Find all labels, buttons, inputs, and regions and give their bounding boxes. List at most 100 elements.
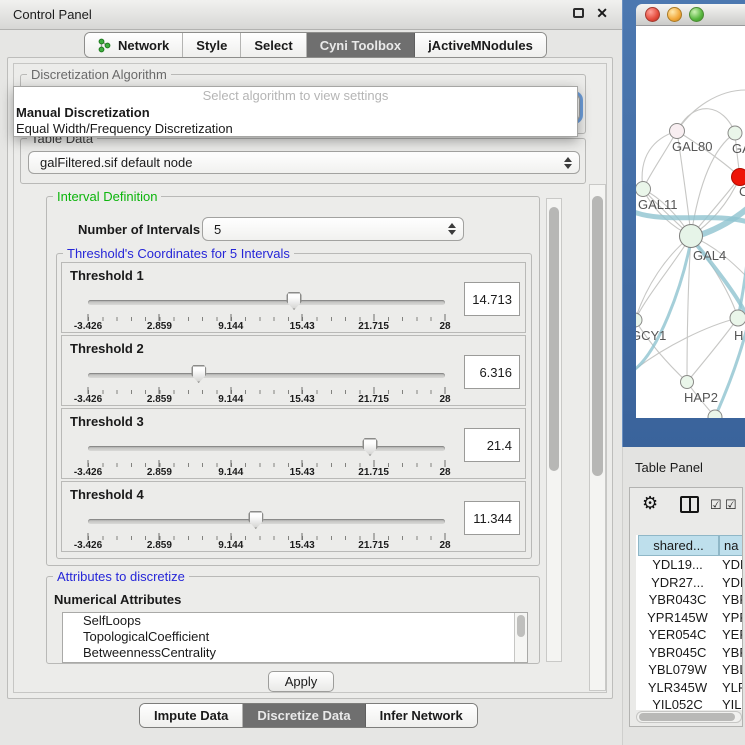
tab-style[interactable]: Style [183, 33, 241, 57]
attribute-item[interactable]: SelfLoops [63, 613, 527, 629]
network-node[interactable] [636, 313, 642, 327]
table-cell[interactable]: YBR043C [722, 591, 742, 609]
table-cell[interactable]: YIL052C [722, 696, 742, 710]
popup-hint: Select algorithm to view settings [14, 87, 577, 104]
network-node[interactable] [730, 310, 745, 326]
network-node[interactable] [732, 169, 745, 186]
threshold-slider[interactable] [88, 364, 445, 386]
checkbox-icon[interactable]: ☑ [725, 497, 737, 513]
table-row[interactable]: YIL052C YIL052C [636, 696, 742, 710]
table-horizontal-scrollbar[interactable] [636, 711, 742, 723]
numerical-attributes-list[interactable]: SelfLoopsTopologicalCoefficientBetweenne… [62, 612, 528, 663]
table-row[interactable]: YBR045C YBR045C [636, 644, 742, 662]
slider-track[interactable] [88, 446, 445, 451]
tab-infer-network[interactable]: Infer Network [366, 704, 477, 727]
panel-scrollbar[interactable] [589, 184, 606, 691]
network-node[interactable] [728, 126, 742, 140]
node-table[interactable]: shared... na YDL19...YDL19...YDR27...YDR… [636, 535, 742, 710]
close-traffic-light-icon[interactable] [645, 7, 660, 22]
apply-button[interactable]: Apply [268, 671, 334, 692]
table-cell[interactable]: YDR27... [722, 574, 742, 592]
slider-thumb[interactable] [248, 511, 263, 529]
slider-thumb[interactable] [363, 438, 378, 456]
attribute-items: SelfLoopsTopologicalCoefficientBetweenne… [63, 613, 527, 661]
table-row[interactable]: YER054C YER054C [636, 626, 742, 644]
gear-icon[interactable]: ⚙ [642, 493, 658, 514]
table-row[interactable]: YBL079W YBL079W [636, 661, 742, 679]
panel-scrollbar-thumb[interactable] [592, 196, 603, 476]
threshold-value-field[interactable]: 11.344 [464, 501, 520, 535]
attributes-scrollbar[interactable] [514, 613, 527, 662]
table-cell[interactable]: YDL19... [722, 556, 742, 574]
table-horizontal-scrollbar-thumb[interactable] [639, 713, 735, 721]
table-row[interactable]: YPR145W YPR145W [636, 609, 742, 627]
attribute-item[interactable]: TopologicalCoefficient [63, 629, 527, 645]
zoom-traffic-light-icon[interactable] [689, 7, 704, 22]
table-cell[interactable]: YPR145W [722, 609, 742, 627]
table-row[interactable]: YDL19... YDL19... [636, 556, 742, 574]
close-icon[interactable]: ✕ [596, 8, 608, 18]
table-cell[interactable]: YBL079W [638, 661, 717, 679]
threshold-value-field[interactable]: 14.713 [464, 282, 520, 316]
threshold-value-field[interactable]: 21.4 [464, 428, 520, 462]
algorithm-popup: Select algorithm to view settings Manual… [13, 86, 578, 137]
slider-track[interactable] [88, 519, 445, 524]
column-header-shared-name[interactable]: shared... [638, 535, 719, 556]
tab-network[interactable]: Network [85, 33, 183, 57]
network-canvas[interactable]: GAL80GACGAL11GAL4GCY1HHAP2 [636, 26, 745, 418]
major-tick [445, 533, 446, 540]
attributes-scrollbar-thumb[interactable] [517, 615, 525, 637]
table-cell[interactable]: YBR045C [638, 644, 717, 662]
table-cell[interactable]: YDR27... [638, 574, 717, 592]
table-row[interactable]: YDR27... YDR27... [636, 574, 742, 592]
table-cell[interactable]: YPR145W [638, 609, 717, 627]
control-panel-titlebar: Control Panel ✕ [0, 0, 622, 30]
threshold-panel: Threshold 3 -3.4262.8599.14415.4321.7152… [61, 408, 526, 479]
split-columns-icon[interactable] [680, 496, 699, 513]
major-tick [302, 314, 303, 321]
table-cell[interactable]: YER054C [722, 626, 742, 644]
table-cell[interactable]: YBR043C [638, 591, 717, 609]
table-row[interactable]: YBR043C YBR043C [636, 591, 742, 609]
checkbox-icon[interactable]: ☑ [710, 497, 722, 513]
attribute-item[interactable]: BetweennessCentrality [63, 645, 527, 661]
table-data-combo[interactable]: galFiltered.sif default node [28, 151, 580, 174]
threshold-slider[interactable] [88, 291, 445, 313]
tab-discretize-data[interactable]: Discretize Data [243, 704, 365, 727]
major-tick [373, 387, 374, 394]
threshold-value-field[interactable]: 6.316 [464, 355, 520, 389]
tab-jactivemnodules[interactable]: jActiveMNodules [415, 33, 546, 57]
major-tick [230, 533, 231, 540]
column-header-name[interactable]: na [719, 535, 742, 556]
table-cell[interactable]: YLR345W [722, 679, 742, 697]
table-cell[interactable]: YLR345W [638, 679, 717, 697]
table-cell[interactable]: YIL052C [638, 696, 717, 710]
slider-thumb[interactable] [191, 365, 206, 383]
slider-track[interactable] [88, 300, 445, 305]
slider-track[interactable] [88, 373, 445, 378]
tab-cyni-toolbox[interactable]: Cyni Toolbox [307, 33, 415, 57]
network-node[interactable] [670, 124, 685, 139]
tick-label: 28 [439, 540, 450, 551]
tab-impute-data[interactable]: Impute Data [140, 704, 243, 727]
table-cell[interactable]: YER054C [638, 626, 717, 644]
network-node[interactable] [680, 225, 703, 248]
float-window-icon[interactable] [573, 8, 584, 18]
table-cell[interactable]: YBL079W [722, 661, 742, 679]
network-node[interactable] [636, 182, 651, 197]
network-node[interactable] [681, 376, 694, 389]
table-row[interactable]: YLR345W YLR345W [636, 679, 742, 697]
settings-scrollbar[interactable] [546, 198, 562, 662]
slider-thumb[interactable] [287, 292, 302, 310]
settings-scrollbar-thumb[interactable] [549, 207, 559, 471]
popup-item-equal-width-frequency[interactable]: Equal Width/Frequency Discretization [14, 120, 577, 136]
table-cell[interactable]: YDL19... [638, 556, 717, 574]
tab-select[interactable]: Select [241, 33, 306, 57]
major-tick [230, 314, 231, 321]
threshold-slider[interactable] [88, 437, 445, 459]
threshold-slider[interactable] [88, 510, 445, 532]
table-cell[interactable]: YBR045C [722, 644, 742, 662]
popup-item-manual-discretization[interactable]: Manual Discretization [14, 104, 577, 120]
minimize-traffic-light-icon[interactable] [667, 7, 682, 22]
number-of-intervals-combo[interactable]: 5 [202, 217, 464, 241]
